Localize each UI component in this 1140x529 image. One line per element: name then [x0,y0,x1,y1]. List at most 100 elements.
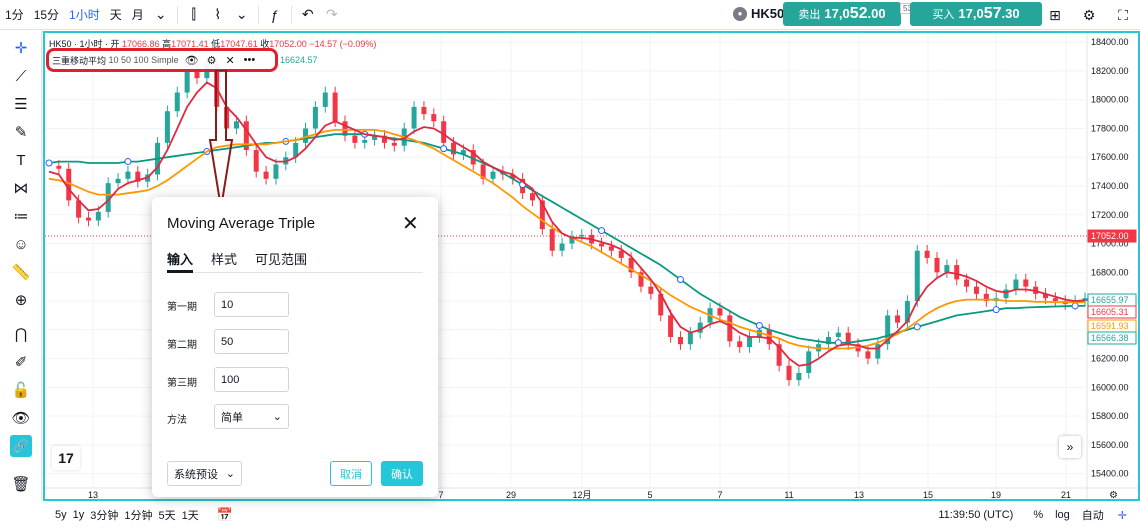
candle-body [441,121,447,143]
interval-day[interactable]: 天 [105,0,127,30]
candle-body [648,286,654,294]
cancel-button[interactable]: 取消 [330,461,372,486]
buy-button[interactable]: 买入 17,057.30 [910,2,1042,26]
lock-icon[interactable]: 🔓 [0,376,42,404]
candle-body [944,265,950,273]
indicators-icon[interactable]: ƒ [263,0,287,30]
candle-body [431,114,437,122]
candle-type-icon[interactable]: ⫿ [182,0,206,30]
close-icon[interactable]: ✕ [402,211,419,236]
candle-body [85,217,91,221]
log-toggle[interactable]: log [1052,509,1073,521]
y-tick-label: 15400.00 [1091,469,1129,479]
layout-icon[interactable]: ⊞ [1038,0,1072,30]
tab-visibility[interactable]: 可见范围 [255,249,307,273]
brush-icon[interactable]: ✎ [0,118,42,146]
range-3min[interactable]: 3分钟 [87,507,121,523]
candle-body [835,332,841,337]
preset-select[interactable]: 系统预设 ⌄ [167,461,242,486]
eye-icon[interactable]: 👁 [0,404,42,432]
symbol-selector[interactable]: ● HK50 [733,6,784,21]
interval-1h[interactable]: 1小时 [64,0,105,30]
range-5d[interactable]: 5天 [156,507,179,523]
line-handle [440,145,448,153]
confirm-button[interactable]: 确认 [381,461,423,486]
indicator-legend[interactable]: 三重移动平均 10 50 100 Simple 👁 ⚙ ✕ ••• [46,48,278,72]
line-chart-icon[interactable]: ⌇ [206,0,230,30]
close-icon[interactable]: ✕ [225,54,234,67]
range-1y[interactable]: 1y [70,509,88,521]
candle-body [312,106,318,129]
candle-body [559,243,565,251]
date-range-icon[interactable]: 📅 [214,507,236,523]
bottom-toolbar: 5y 1y 3分钟 1分钟 5天 1天 📅 11:39:50 (UTC) % l… [0,501,1140,529]
gear-icon[interactable]: ⚙ [207,54,217,67]
link-icon[interactable]: 🔗 [0,432,42,460]
legend-close: 17052.00 [269,39,307,49]
method-select[interactable]: 简单 ⌄ [214,404,289,429]
sell-button[interactable]: 卖出 17,052.00 [783,2,901,26]
tradingview-logo[interactable]: 17 [52,446,80,470]
interval-15m[interactable]: 15分 [29,0,64,30]
gear-icon[interactable]: ⚙ [1072,0,1106,30]
auto-toggle[interactable]: 自动 [1079,507,1107,523]
y-tick-label: 16800.00 [1091,267,1129,277]
range-1min[interactable]: 1分钟 [121,507,155,523]
redo-icon[interactable]: ↷ [320,0,344,30]
period1-input[interactable]: 10 [214,292,289,317]
text-icon[interactable]: T [0,146,42,174]
annotation-arrow [208,70,234,209]
y-tick-label: 17800.00 [1091,123,1129,133]
emoji-icon[interactable]: ☺ [0,230,42,258]
trash-icon[interactable]: 🗑 [0,470,42,498]
candle-body [490,171,496,179]
crosshair-icon[interactable]: ✛ [1115,509,1130,522]
candle-body [865,351,871,359]
percent-toggle[interactable]: % [1030,509,1046,521]
clock-time[interactable]: 11:39:50 (UTC) [935,509,1016,521]
indicator-value: 16624.57 [280,55,318,65]
fib-icon[interactable]: ≔ [0,202,42,230]
interval-1m[interactable]: 1分 [0,0,29,30]
candle-body [529,193,535,201]
candle-body [95,211,101,221]
period3-input[interactable]: 100 [214,367,289,392]
tab-style[interactable]: 样式 [211,249,237,273]
horizontal-lines-icon[interactable]: ☰ [0,90,42,118]
x-tick-label: 12月 [572,490,591,499]
divider [290,5,292,24]
candle-body [174,92,180,112]
scroll-to-realtime-button[interactable]: » [1059,436,1081,458]
interval-month[interactable]: 月 [127,0,149,30]
y-tick-label: 15600.00 [1091,440,1129,450]
candle-body [786,365,792,381]
tab-inputs[interactable]: 输入 [167,249,194,273]
buy-price: 17,057.30 [958,5,1020,22]
crosshair-icon[interactable]: ✛ [0,34,42,62]
x-tick-label: 7 [438,490,443,499]
candle-body [618,250,624,258]
pattern-icon[interactable]: ⋈ [0,174,42,202]
candle-body [1052,298,1058,302]
range-5y[interactable]: 5y [52,509,70,521]
more-icon[interactable]: ••• [244,54,256,66]
candle-body [184,70,190,93]
candle-body [56,165,62,169]
eye-icon[interactable]: 👁 [185,54,199,67]
method-value: 简单 [221,411,243,424]
candle-body [1013,279,1019,290]
period2-input[interactable]: 50 [214,329,289,354]
zoom-icon[interactable]: ⊕ [0,286,42,314]
magnet-icon[interactable]: ⋂ [0,320,42,348]
line-handle [992,306,1000,314]
fullscreen-icon[interactable]: ⛶ [1106,0,1140,30]
y-tick-label: 16000.00 [1091,382,1129,392]
trend-line-icon[interactable]: ⟋ [0,62,42,90]
undo-icon[interactable]: ↶ [296,0,320,30]
ruler-icon[interactable]: 📏 [0,258,42,286]
chevron-down-icon[interactable]: ⌄ [230,0,254,30]
candle-body [608,246,614,251]
range-1d[interactable]: 1天 [179,507,202,523]
chevron-down-icon[interactable]: ⌄ [149,0,173,30]
lock-drawing-icon[interactable]: ✐ [0,348,42,376]
